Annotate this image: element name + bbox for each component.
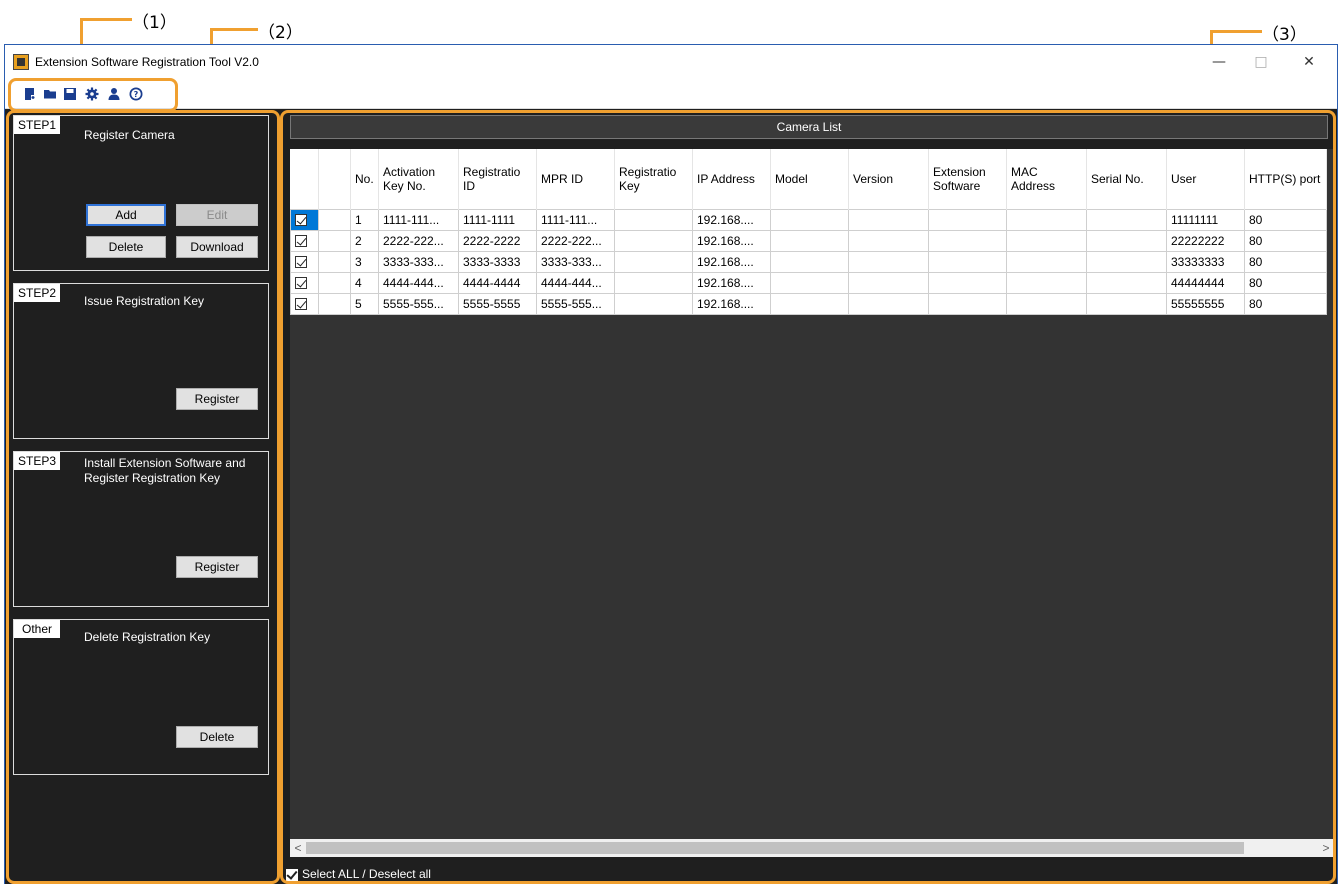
callout-3-line [1210,30,1262,33]
highlight-box-1 [8,78,178,112]
minimize-button[interactable]: — [1199,51,1239,73]
highlight-box-3 [280,110,1336,884]
callout-3: （3） [1262,25,1307,45]
title-bar: Extension Software Registration Tool V2.… [5,45,1337,79]
close-button[interactable]: ✕ [1289,51,1329,73]
window-title: Extension Software Registration Tool V2.… [35,55,259,69]
toolbar: ? [5,79,1337,109]
callout-2: （2） [258,23,303,43]
callout-1: （1） [132,13,177,33]
app-logo-icon [13,54,29,70]
highlight-box-2 [6,110,280,884]
callout-2-line [210,28,258,31]
callout-1-line [80,18,132,21]
maximize-button[interactable]: □ [1241,51,1281,73]
